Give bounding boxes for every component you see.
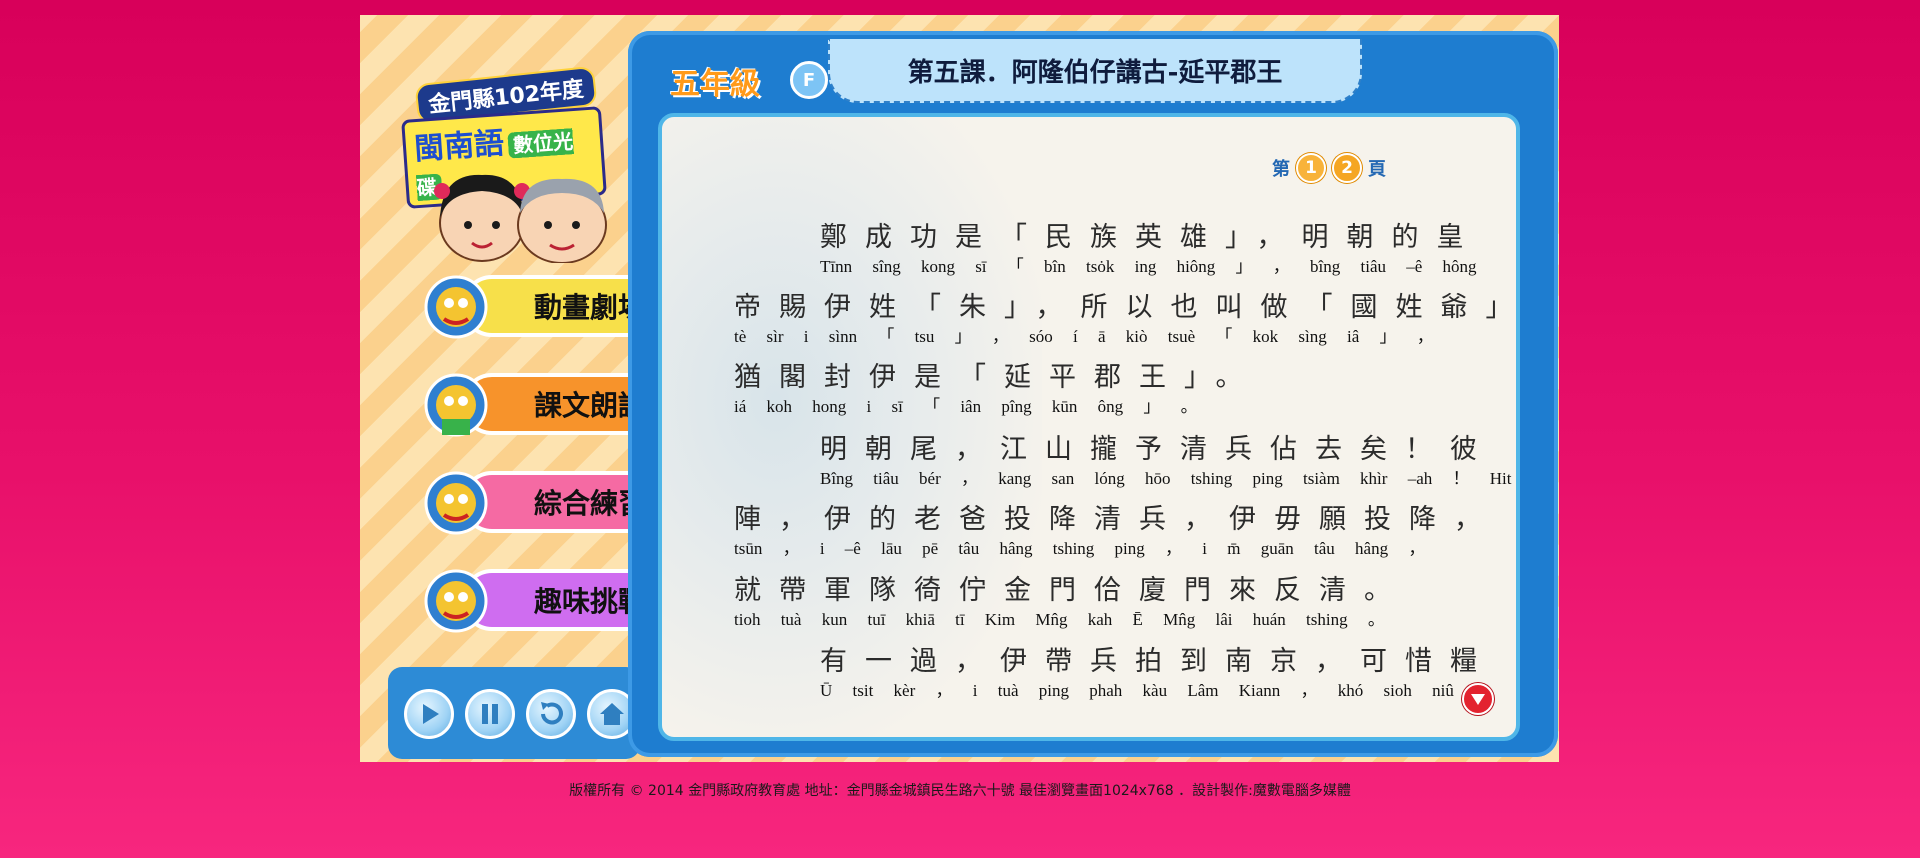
text-line: 猶閣封伊是「延平郡王」。 iá koh hong i sī 「 iân pîng… (734, 355, 1261, 417)
scroll-down-button[interactable] (1462, 683, 1494, 715)
text-line: 明朝尾，江山攏予清兵佔去矣！彼 Bîng tiâu bér ， kang san… (820, 427, 1511, 489)
grade-label: 五年級 (670, 67, 760, 102)
grade-badge: F (790, 61, 828, 99)
text-line: 陣，伊的老爸投降清兵，伊毋願投降， tsūn ， i –ê lāu pē tâu… (734, 497, 1499, 559)
menu-text-reading[interactable]: 課文朗讀 (422, 365, 672, 437)
text-line: 帝賜伊姓「朱」，所以也叫做「國姓爺」， tè sìr i sìnn 「 tsu … (734, 285, 1520, 347)
page-2-button[interactable]: 2 (1332, 153, 1362, 183)
media-controls (388, 667, 640, 759)
lion-mascot-icon (424, 471, 488, 535)
logo-main: 閩南語 (413, 126, 506, 168)
lesson-text-panel: 第 1 2 頁 鄭成功是「民族英雄」，明朝的皇 Tīnn sîng kong s… (658, 113, 1520, 741)
hanzi-line: 有一過，伊帶兵拍到南京，可惜糧 (820, 646, 1495, 677)
romanization-line: tè sìr i sìnn 「 tsu 」 ， sóo í ā kiò tsuè… (734, 327, 1434, 346)
replay-button[interactable] (526, 689, 576, 739)
play-button[interactable] (404, 689, 454, 739)
romanization-line: Tīnn sîng kong sī 「 bîn tsȯk ing hiông 」… (820, 257, 1477, 276)
page-1-button[interactable]: 1 (1296, 153, 1326, 183)
page-indicator: 第 1 2 頁 (1272, 153, 1386, 183)
app-logo: 金門縣102年度 閩南語 數位光碟 (401, 65, 607, 209)
hanzi-line: 帝賜伊姓「朱」，所以也叫做「國姓爺」， (734, 292, 1520, 323)
page-prefix: 第 (1272, 159, 1290, 180)
hanzi-line: 陣，伊的老爸投降清兵，伊毋願投降， (734, 504, 1499, 535)
hanzi-line: 鄭成功是「民族英雄」，明朝的皇 (820, 222, 1482, 253)
text-line: 鄭成功是「民族英雄」，明朝的皇 Tīnn sîng kong sī 「 bîn … (820, 215, 1482, 277)
page-suffix: 頁 (1368, 159, 1386, 180)
play-icon (423, 704, 439, 724)
hanzi-line: 猶閣封伊是「延平郡王」。 (734, 362, 1261, 393)
pause-button[interactable] (465, 689, 515, 739)
romanization-line: tsūn ， i –ê lāu pē tâu hâng tshing ping … (734, 539, 1426, 558)
romanization-line: iá koh hong i sī 「 iân pîng kūn ông 」 。 (734, 397, 1198, 416)
kids-mascot-icon (434, 174, 607, 263)
menu-animation-theater[interactable]: 動畫劇場 (422, 267, 672, 339)
romanization-line: Ū tsit kèr ， i tuà ping phah kàu Lâm Kia… (820, 681, 1454, 700)
lesson-frame: 五年級 F 第五課．阿隆伯仔講古-延平郡王 第 1 2 頁 鄭成功是「民族英雄」… (628, 31, 1558, 757)
replay-icon (541, 702, 563, 725)
romanization-line: tioh tuà kun tuī khiā tī Kim Mn̂g kah Ē … (734, 610, 1385, 629)
hanzi-line: 明朝尾，江山攏予清兵佔去矣！彼 (820, 434, 1495, 465)
arrow-down-icon (1471, 694, 1485, 705)
app-window: 金門縣102年度 閩南語 數位光碟 動畫劇場 課文朗讀 綜合練習 趣味挑戰 五年… (360, 15, 1559, 762)
lion-mascot-icon (424, 569, 488, 633)
lion-mascot-icon (424, 275, 488, 339)
hanzi-line: 就帶軍隊徛佇金門佮廈門來反清。 (734, 575, 1409, 606)
lion-mascot-icon (424, 373, 488, 437)
lesson-title-tab: 第五課．阿隆伯仔講古-延平郡王 (828, 39, 1362, 103)
footer-copyright: 版權所有 © 2014 金門縣政府教育處 地址：金門縣金城鎮民生路六十號 最佳瀏… (569, 783, 1351, 799)
pause-icon (482, 704, 498, 724)
menu-exercises[interactable]: 綜合練習 (422, 463, 672, 535)
text-line: 就帶軍隊徛佇金門佮廈門來反清。 tioh tuà kun tuī khiā tī… (734, 568, 1409, 630)
menu-fun-challenge[interactable]: 趣味挑戰 (422, 561, 672, 633)
text-line: 有一過，伊帶兵拍到南京，可惜糧 Ū tsit kèr ， i tuà ping … (820, 639, 1495, 701)
lesson-title: 第五課．阿隆伯仔講古-延平郡王 (907, 57, 1283, 88)
romanization-line: Bîng tiâu bér ， kang san lóng hōo tshing… (820, 469, 1512, 488)
